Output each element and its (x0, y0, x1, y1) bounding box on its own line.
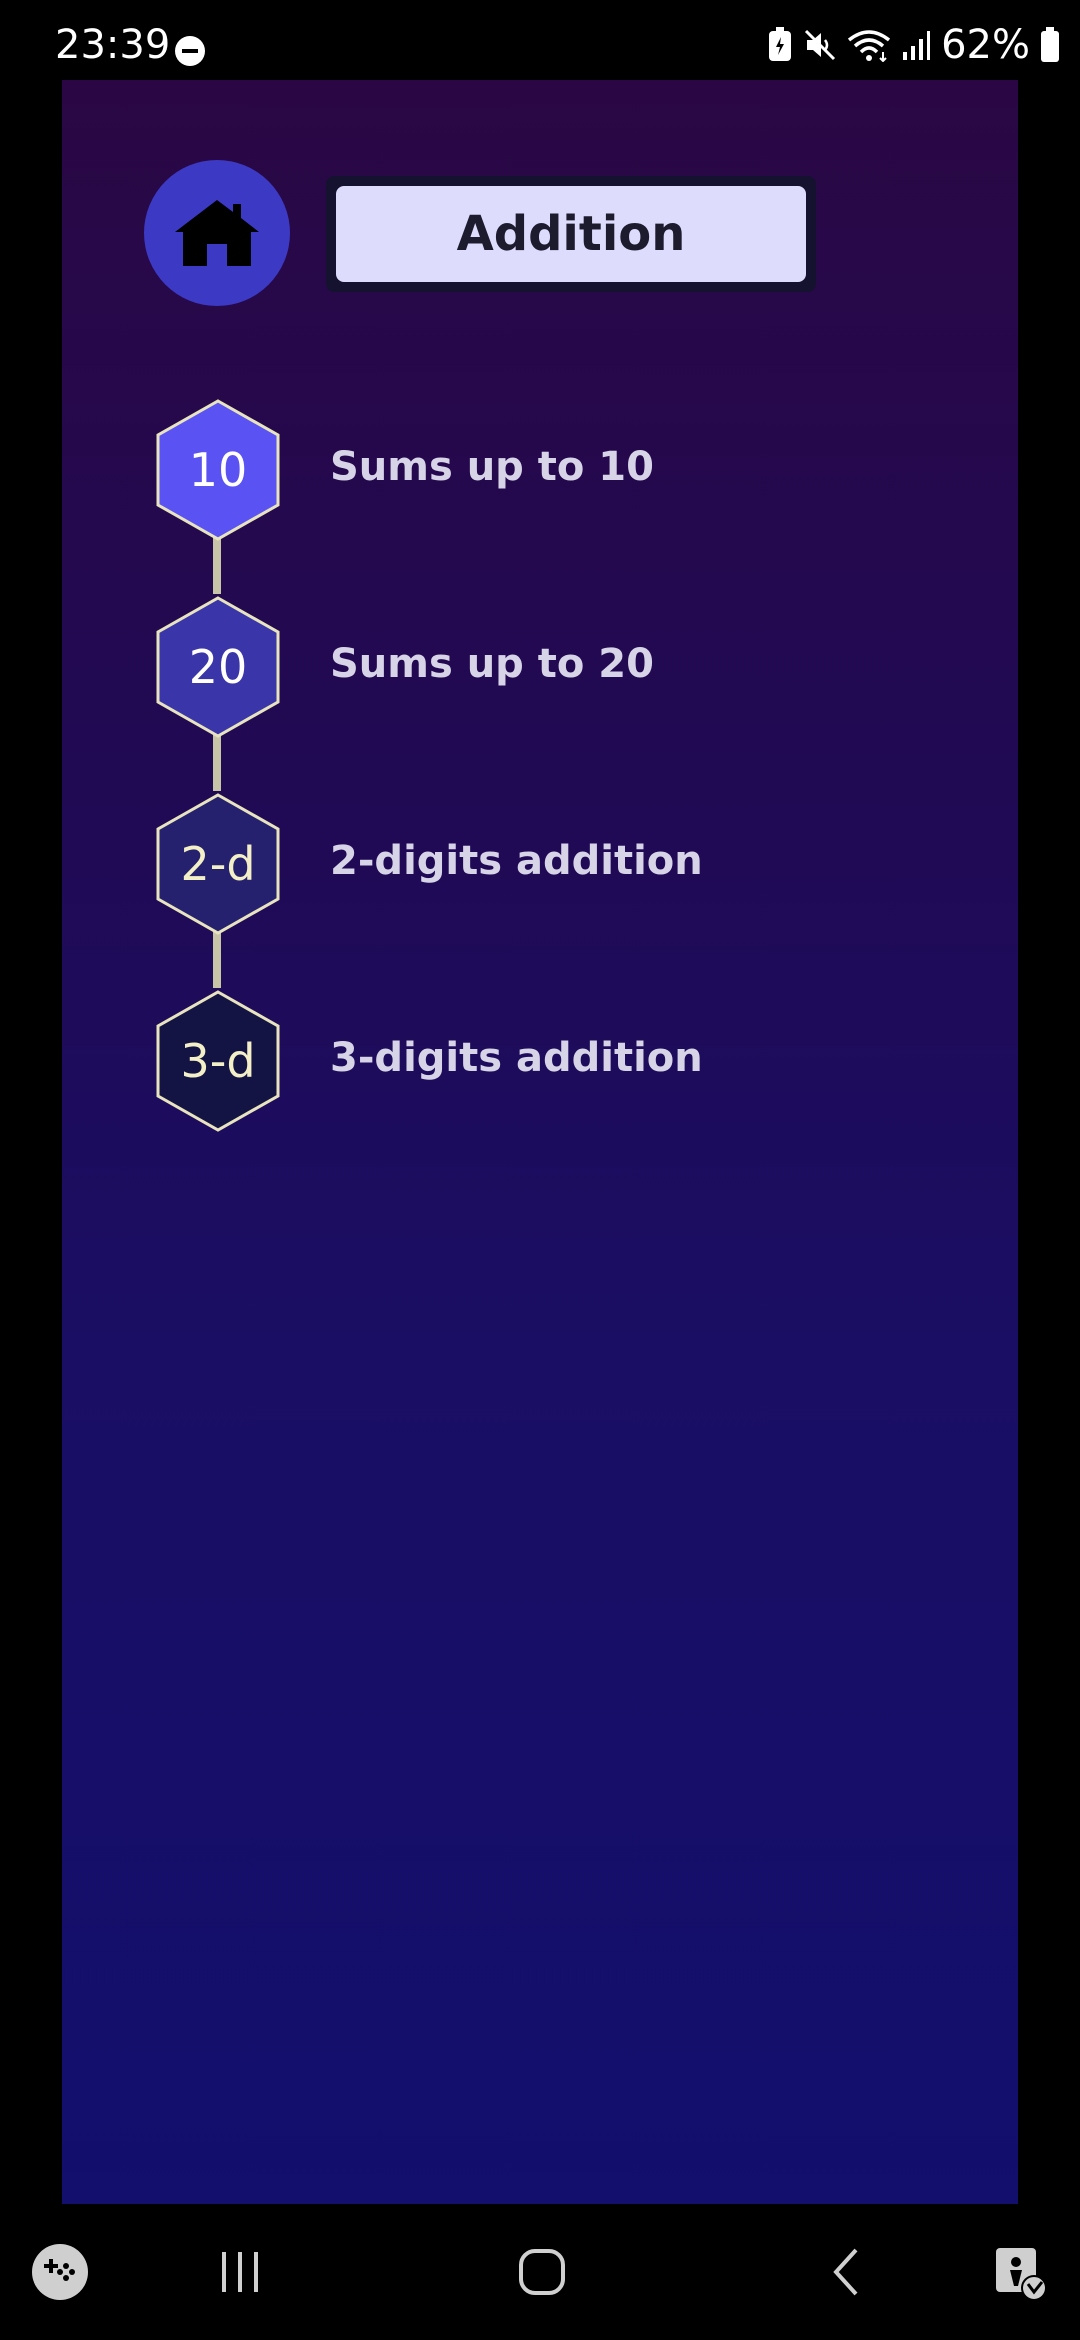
level-connector (213, 928, 221, 988)
recent-apps-button[interactable] (200, 2204, 280, 2340)
game-launcher-icon (32, 2244, 88, 2300)
home-nav-button[interactable] (500, 2204, 584, 2340)
level-badge-label: 3-d (180, 1034, 256, 1088)
status-icons: 62% (767, 22, 1060, 68)
app-screen: Addition 10 Sums up to 10 20 Sums up to … (62, 80, 1018, 2204)
status-bar: 23:39 62% (0, 0, 1080, 80)
battery-percentage: 62% (941, 22, 1030, 68)
level-badge-label: 2-d (180, 837, 256, 891)
battery-icon (1041, 27, 1059, 62)
status-time: 23:39 (55, 22, 171, 68)
game-launcher-button[interactable] (20, 2204, 100, 2340)
battery-saver-icon (769, 27, 792, 61)
wifi-icon (848, 30, 891, 62)
level-badge-2-digits[interactable]: 2-d (154, 792, 282, 936)
level-badge-label: 20 (188, 640, 248, 694)
accessibility-button[interactable] (980, 2204, 1060, 2340)
signal-icon (903, 31, 931, 60)
level-badge-label: 10 (188, 443, 248, 497)
level-label-sums-to-20[interactable]: Sums up to 20 (330, 641, 654, 687)
back-button[interactable] (806, 2204, 886, 2340)
home-nav-icon (519, 2249, 565, 2295)
back-icon (833, 2248, 858, 2296)
level-label-sums-to-10[interactable]: Sums up to 10 (330, 444, 654, 490)
level-connector (213, 534, 221, 594)
mute-icon (805, 29, 836, 61)
level-label-2-digits[interactable]: 2-digits addition (330, 838, 703, 884)
level-badge-3-digits[interactable]: 3-d (154, 989, 282, 1133)
level-list: 10 Sums up to 10 20 Sums up to 20 2-d 2-… (62, 80, 1018, 1180)
level-badge-sums-to-20[interactable]: 20 (154, 595, 282, 739)
do-not-disturb-icon (175, 36, 205, 66)
accessibility-icon (996, 2248, 1047, 2301)
recent-apps-icon (222, 2252, 258, 2292)
navigation-bar (0, 2204, 1080, 2340)
level-label-3-digits[interactable]: 3-digits addition (330, 1035, 703, 1081)
level-badge-sums-to-10[interactable]: 10 (154, 398, 282, 542)
level-connector (213, 731, 221, 791)
